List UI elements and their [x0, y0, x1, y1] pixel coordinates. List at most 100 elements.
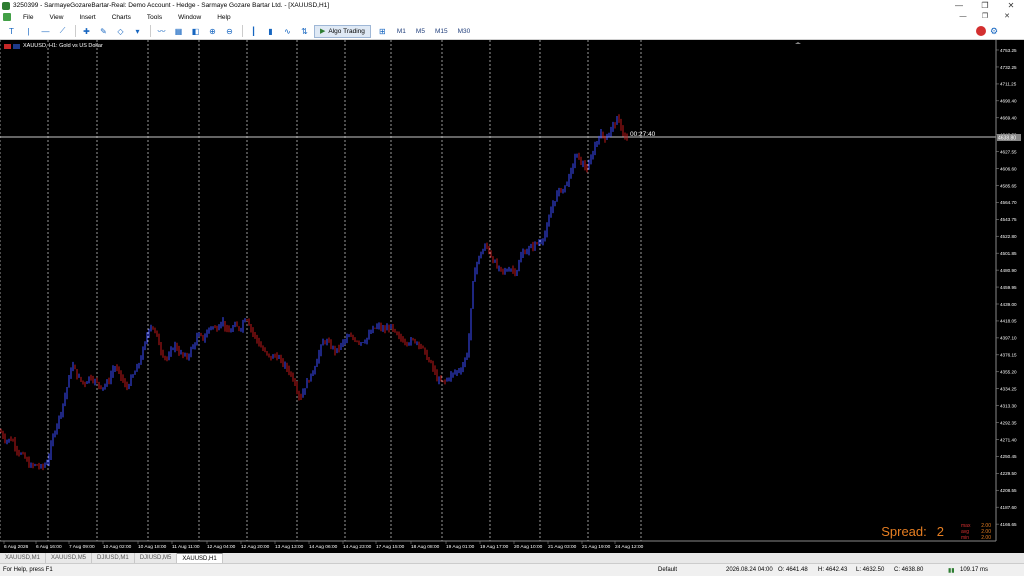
price-tick-label: 4711.25 [1000, 82, 1017, 87]
price-tick-label: 4355.20 [1000, 370, 1017, 375]
grid-lines [0, 40, 642, 541]
menu-help[interactable]: Help [209, 14, 238, 21]
price-tick-label: 4669.40 [1000, 116, 1017, 121]
child-minimize-button[interactable]: — [952, 11, 974, 23]
menu-bar: File View Insert Charts Tools Window Hel… [0, 11, 1024, 23]
play-icon: ▶ [320, 28, 326, 35]
chart-tab[interactable]: XAUUSD,M5 [46, 553, 93, 563]
price-tick-label: 4627.55 [1000, 149, 1017, 154]
time-tick-label: 20 Aug 10:00 [514, 544, 543, 550]
trend-line-icon[interactable]: ⟋ [55, 25, 70, 38]
price-tick-label: 4585.65 [1000, 183, 1017, 188]
time-tick-label: 12 Aug 04:00 [207, 544, 236, 550]
menu-file[interactable]: File [15, 14, 41, 21]
zoom-out-icon[interactable]: ⊖ [222, 25, 237, 38]
crosshair-icon[interactable]: ✚ [79, 25, 94, 38]
time-tick-label: 13 Aug 13:00 [275, 544, 304, 550]
status-bar: For Help, press F1 Default 2026.08.24 04… [0, 563, 1024, 576]
price-axis: 4753.254732.254711.254690.404669.404648.… [996, 48, 1017, 527]
shift-marker-icon[interactable] [795, 42, 801, 44]
algo-trading-button[interactable]: ▶ Algo Trading [314, 24, 371, 38]
price-tick-label: 4208.55 [1000, 488, 1017, 493]
title-bar: 3250399 - SarmayeGozareBartar-Real: Demo… [0, 0, 1024, 11]
timeframe-m5[interactable]: M5 [411, 28, 430, 35]
timeframe-m30[interactable]: M30 [453, 28, 476, 35]
objects-dropdown-icon[interactable]: ▾ [130, 25, 145, 38]
price-tick-label: 4418.05 [1000, 319, 1017, 324]
time-tick-label: 7 Aug 09:00 [69, 544, 95, 550]
price-tick-label: 4543.75 [1000, 217, 1017, 222]
spread-display: Spread: 2 [881, 524, 944, 539]
shapes-icon[interactable]: ◇ [113, 25, 128, 38]
time-tick-label: 14 Aug 06:00 [309, 544, 338, 550]
close-button[interactable]: ✕ [998, 0, 1024, 11]
child-close-button[interactable]: ✕ [996, 11, 1018, 23]
toolbar-separator [150, 25, 151, 37]
chart-tab[interactable]: DJIUSD,M1 [92, 553, 135, 563]
zoom-in-icon[interactable]: ⊕ [205, 25, 220, 38]
child-restore-button[interactable]: ❐ [974, 11, 996, 23]
help-hint: For Help, press F1 [3, 567, 53, 573]
bar-low: L: 4632.50 [856, 567, 885, 573]
time-tick-label: 10 Aug 02:00 [103, 544, 132, 550]
chart-tab-active[interactable]: XAUUSD,H1 [177, 553, 223, 563]
indicators-icon[interactable]: 〰 [154, 25, 169, 38]
notification-icon[interactable] [976, 26, 986, 36]
spread-stats: max 2.00 avg 2.00 min 2.00 [961, 523, 991, 541]
timeframe-m15[interactable]: M15 [430, 28, 453, 35]
bar-close: C: 4638.80 [894, 567, 924, 573]
app-icon [2, 1, 10, 10]
profile-name: Default [658, 567, 678, 573]
bar-datetime: 2026.08.24 04:00 [726, 567, 773, 573]
candle-chart-icon[interactable]: ▮ [263, 25, 278, 38]
templates-icon[interactable]: ▦ [171, 25, 186, 38]
algo-trading-label: Algo Trading [328, 27, 365, 35]
time-tick-label: 10 Aug 18:00 [138, 544, 167, 550]
spread-value: 2 [936, 524, 944, 539]
symbol-description: XAUUSD, H1: Gold vs US Dollar [23, 43, 103, 49]
vertical-line-icon[interactable]: | [21, 25, 36, 38]
price-tick-label: 4334.25 [1000, 386, 1017, 391]
price-tick-label: 4480.90 [1000, 268, 1017, 273]
maximize-button[interactable]: ❐ [972, 0, 998, 11]
price-tick-label: 4229.50 [1000, 471, 1017, 476]
menu-view[interactable]: View [41, 14, 71, 21]
time-tick-label: 17 Aug 15:00 [376, 544, 405, 550]
pencil-icon[interactable]: ✎ [96, 25, 111, 38]
horizontal-line-icon[interactable]: — [38, 25, 53, 38]
price-tick-label: 4250.45 [1000, 454, 1017, 459]
price-tick-label: 4501.85 [1000, 251, 1017, 256]
chart-tab[interactable]: DJIUSD,M5 [135, 553, 178, 563]
chart-menu-icon[interactable] [3, 13, 11, 21]
chart-tab[interactable]: XAUUSD,M1 [0, 553, 47, 563]
price-chart[interactable]: 4753.254732.254711.254690.404669.404648.… [0, 40, 1024, 553]
bar-chart-icon[interactable]: ┃ [246, 25, 261, 38]
menu-tools[interactable]: Tools [139, 14, 170, 21]
time-tick-label: 6 Aug 2026 [4, 544, 29, 550]
menu-insert[interactable]: Insert [71, 14, 103, 21]
toolbar-separator [242, 25, 243, 37]
minimize-button[interactable]: — [946, 0, 972, 11]
menu-window[interactable]: Window [170, 14, 209, 21]
time-tick-label: 11 Aug 11:00 [172, 544, 200, 550]
chart-symbol-label: XAUUSD, H1: Gold vs US Dollar [4, 43, 103, 49]
bar-high: H: 4642.43 [818, 567, 848, 573]
menu-charts[interactable]: Charts [104, 14, 139, 21]
window-controls: — ❐ ✕ [946, 0, 1024, 11]
toolbar-separator [75, 25, 76, 37]
time-tick-label: 18 Aug 08:00 [411, 544, 440, 550]
flag-icon [4, 43, 11, 49]
time-tick-label: 21 Aug 19:00 [582, 544, 611, 550]
chart-area[interactable]: 4753.254732.254711.254690.404669.404648.… [0, 40, 1024, 553]
new-order-icon[interactable]: ⊞ [375, 25, 390, 38]
scroll-icon[interactable]: ◧ [188, 25, 203, 38]
timeframe-m1[interactable]: M1 [392, 28, 411, 35]
window-title: 3250399 - SarmayeGozareBartar-Real: Demo… [13, 2, 330, 9]
time-tick-label: 14 Aug 23:00 [343, 544, 372, 550]
oneclick-icon[interactable]: ⇅ [297, 25, 312, 38]
settings-icon[interactable]: ⚙ [990, 26, 1000, 36]
text-cursor-icon[interactable]: T [4, 25, 19, 38]
time-tick-label: 24 Aug 12:00 [615, 544, 644, 550]
line-chart-icon[interactable]: ∿ [280, 25, 295, 38]
toolbar: T | — ⟋ ✚ ✎ ◇ ▾ 〰 ▦ ◧ ⊕ ⊖ ┃ ▮ ∿ ⇅ ▶ Algo… [0, 23, 1024, 40]
